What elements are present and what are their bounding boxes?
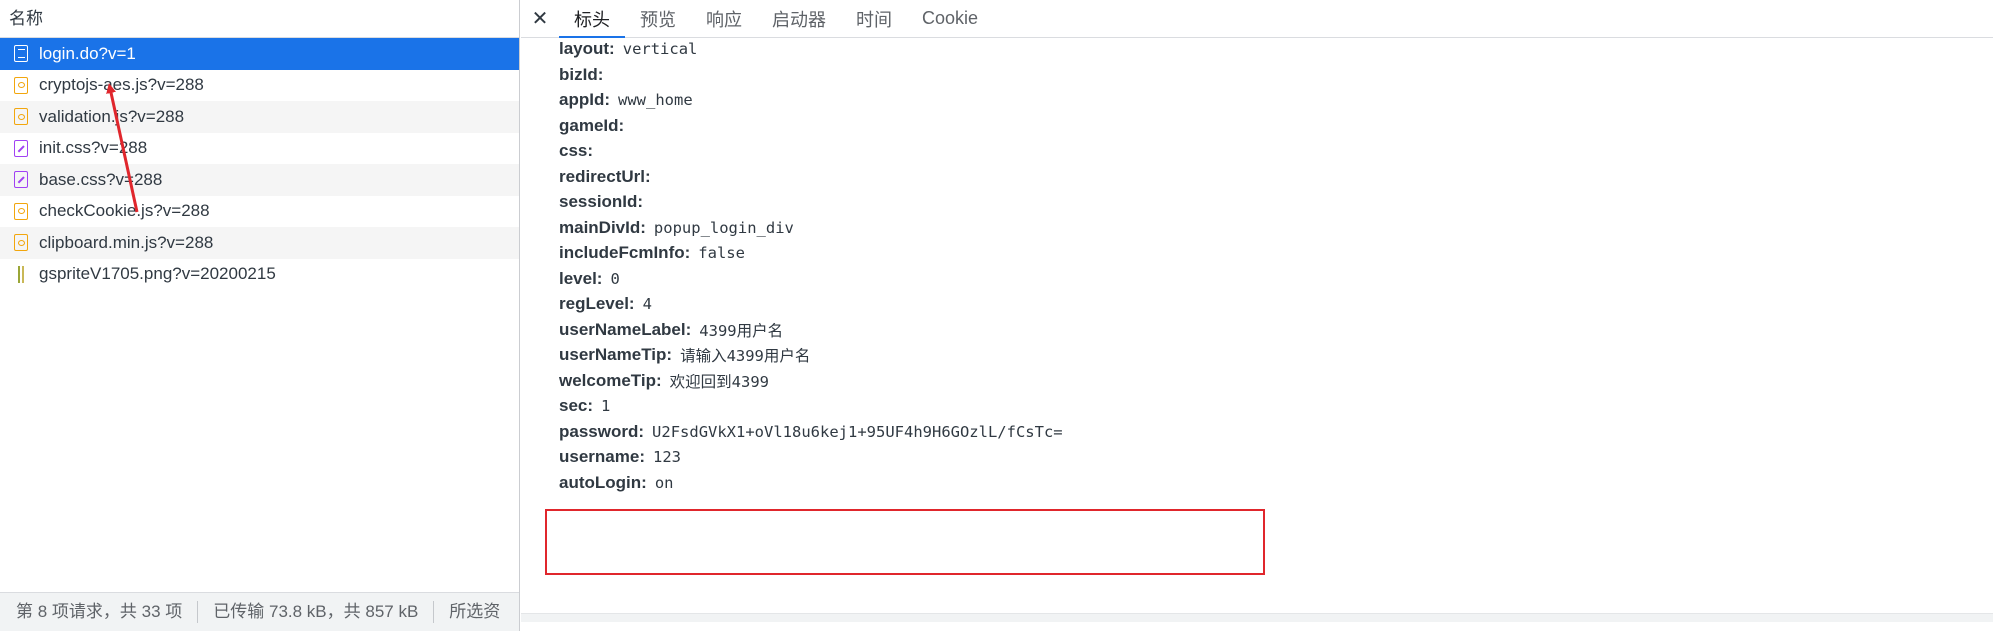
image-icon [18,265,24,283]
field-value: U2FsdGVkX1+oVl18u6kej1+95UF4h9H6GOzlL/fC… [652,422,1063,441]
tab-cookies[interactable]: Cookie [907,0,993,37]
script-icon [14,108,28,126]
field-key: userNameTip: [559,344,673,364]
form-field-row: sec: 1 [559,393,610,418]
tab-initiator[interactable]: 启动器 [757,0,841,37]
form-field-row: mainDivId: popup_login_div [559,215,794,240]
form-field-row: appId: www_home [559,87,693,112]
field-value: 欢迎回到4399 [669,372,769,391]
form-field-row: autoLogin: on [559,470,673,495]
document-icon [14,45,28,63]
field-value: false [698,243,745,262]
tab-headers[interactable]: 标头 [559,0,625,38]
request-row-checkcookie[interactable]: checkCookie.js?v=288 [0,196,519,228]
name-column-header[interactable]: 名称 [0,0,519,38]
request-list-panel: 名称 login.do?v=1 cryptojs-aes.js?v=288 va… [0,0,520,631]
form-field-row: layout: vertical [559,38,697,61]
field-key: level: [559,268,603,288]
request-count: 第 8 项请求，共 33 项 [0,601,199,623]
field-value: 0 [610,269,620,288]
network-status-bar: 第 8 项请求，共 33 项 已传输 73.8 kB，共 857 kB 所选资 [0,592,519,631]
close-icon[interactable]: ✕ [521,0,559,37]
form-field-row: bizId: [559,62,611,87]
field-key: sessionId: [559,191,644,211]
field-key: autoLogin: [559,472,647,492]
request-name: clipboard.min.js?v=288 [39,232,214,252]
request-row-clipboard[interactable]: clipboard.min.js?v=288 [0,227,519,259]
request-name: gspriteV1705.png?v=20200215 [39,264,276,284]
field-value: popup_login_div [653,218,794,237]
field-value: on [654,473,674,492]
form-data-section: layout: vertical bizId: appId: www_home … [521,38,1993,622]
field-key: gameId: [559,115,625,135]
stylesheet-icon [14,171,28,189]
form-field-row-username: username: 123 [559,444,681,469]
form-field-row-password: password: U2FsdGVkX1+oVl18u6kej1+95UF4h9… [559,419,1063,444]
form-field-row: userNameTip: 请输入4399用户名 [559,342,810,367]
script-icon [14,234,28,252]
field-key: includeFcmInfo: [559,242,691,262]
field-key: welcomeTip: [559,370,662,390]
field-key: appId: [559,89,610,109]
devtools-network-panel: 名称 login.do?v=1 cryptojs-aes.js?v=288 va… [0,0,1993,631]
request-row-validation[interactable]: validation.js?v=288 [0,101,519,133]
field-value: 123 [652,447,681,466]
field-value: 请输入4399用户名 [680,346,811,365]
details-tabbar: ✕ 标头 预览 响应 启动器 时间 Cookie [521,0,1993,38]
tab-response[interactable]: 响应 [691,0,757,37]
field-key: username: [559,446,645,466]
request-details-panel: ✕ 标头 预览 响应 启动器 时间 Cookie layout: vertica… [521,0,1993,631]
form-field-row: welcomeTip: 欢迎回到4399 [559,368,769,393]
field-key: sec: [559,395,594,415]
field-key: bizId: [559,64,604,84]
script-icon [14,76,28,94]
horizontal-scrollbar[interactable] [521,613,1993,622]
request-row-gsprite[interactable]: gspriteV1705.png?v=20200215 [0,259,519,291]
request-name: login.do?v=1 [39,43,136,63]
stylesheet-icon [14,139,28,157]
field-key: mainDivId: [559,217,646,237]
field-value: 4399用户名 [699,321,784,340]
field-value: www_home [618,90,693,109]
tab-preview[interactable]: 预览 [625,0,691,37]
form-field-row: css: [559,138,601,163]
form-field-row: gameId: [559,113,632,138]
field-value: vertical [622,39,698,58]
request-row-login-do[interactable]: login.do?v=1 [0,38,519,70]
form-field-row: sessionId: [559,189,651,214]
request-name: base.css?v=288 [39,169,163,189]
field-key: css: [559,140,594,160]
field-key: redirectUrl: [559,166,651,186]
request-row-base-css[interactable]: base.css?v=288 [0,164,519,196]
request-row-cryptojs-aes[interactable]: cryptojs-aes.js?v=288 [0,70,519,102]
request-row-init-css[interactable]: init.css?v=288 [0,133,519,165]
script-icon [14,202,28,220]
request-name: cryptojs-aes.js?v=288 [39,75,204,95]
form-field-row: regLevel: 4 [559,291,652,316]
transfer-size: 已传输 73.8 kB，共 857 kB [198,601,435,623]
field-key: password: [559,421,645,441]
request-list: login.do?v=1 cryptojs-aes.js?v=288 valid… [0,38,519,290]
tab-timing[interactable]: 时间 [841,0,907,37]
field-key: regLevel: [559,293,635,313]
field-key: layout: [559,38,615,58]
form-field-row: userNameLabel: 4399用户名 [559,317,783,342]
form-field-row: level: 0 [559,266,620,291]
field-key: userNameLabel: [559,319,692,339]
form-field-row: redirectUrl: [559,164,659,189]
request-name: checkCookie.js?v=288 [39,201,210,221]
field-value: 1 [601,396,611,415]
selected-resources: 所选资 [449,602,501,621]
request-name: init.css?v=288 [39,138,148,158]
request-name: validation.js?v=288 [39,106,185,126]
field-value: 4 [642,294,652,313]
form-field-row: includeFcmInfo: false [559,240,745,265]
